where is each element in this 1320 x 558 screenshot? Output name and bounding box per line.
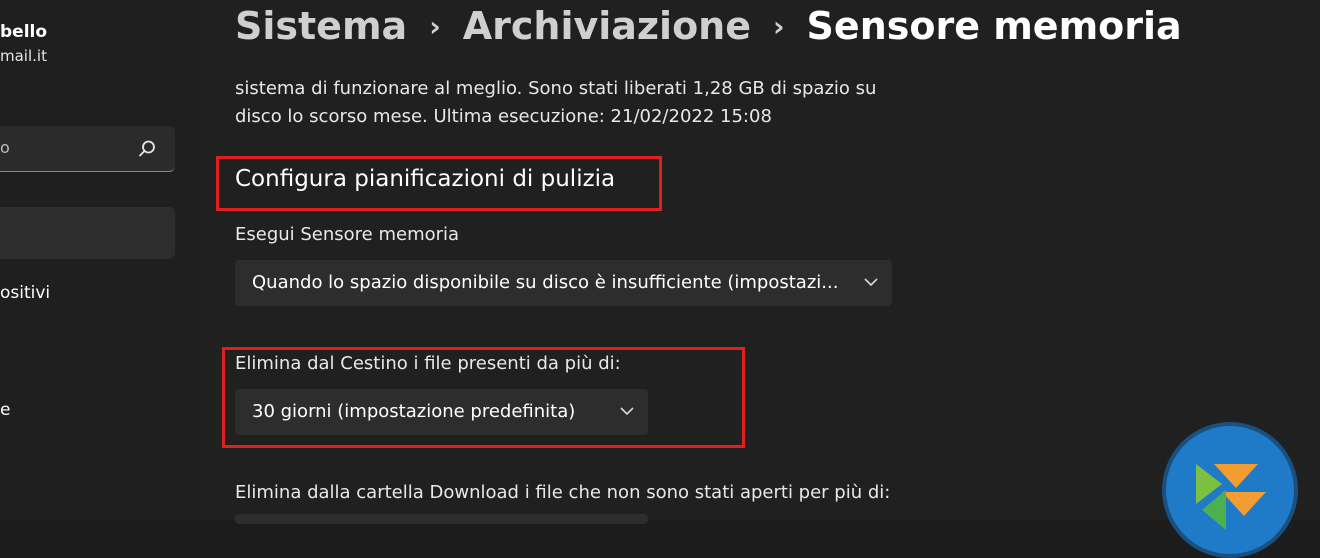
search-placeholder: o xyxy=(0,138,10,157)
recycle-bin-label: Elimina dal Cestino i file presenti da p… xyxy=(235,353,621,374)
recycle-bin-value: 30 giorni (impostazione predefinita) xyxy=(252,401,576,422)
page-title: Sensore memoria xyxy=(806,4,1182,48)
chevron-down-icon xyxy=(620,407,634,416)
storage-sense-description: sistema di funzionare al meglio. Sono st… xyxy=(235,78,877,127)
main-content: Sistema › Archiviazione › Sensore memori… xyxy=(200,0,1320,524)
sidebar-item-devices[interactable]: ositivi xyxy=(0,283,50,303)
sidebar: bello mail.it o ositivi e xyxy=(0,0,200,520)
search-icon[interactable] xyxy=(137,139,157,159)
section-title: Configura pianificazioni di pulizia xyxy=(235,166,616,192)
watermark-logo xyxy=(1162,422,1298,558)
user-name: bello xyxy=(0,22,48,42)
sidebar-item-partial[interactable]: e xyxy=(0,400,10,420)
breadcrumb: Sistema › Archiviazione › Sensore memori… xyxy=(235,4,1182,48)
breadcrumb-separator: › xyxy=(773,9,785,43)
user-email: mail.it xyxy=(0,47,47,65)
search-input[interactable]: o xyxy=(0,126,175,172)
breadcrumb-sistema[interactable]: Sistema xyxy=(235,4,407,48)
logo-mark-icon xyxy=(1196,464,1266,530)
run-storage-sense-value: Quando lo spazio disponibile su disco è … xyxy=(252,272,839,293)
run-storage-sense-dropdown[interactable]: Quando lo spazio disponibile su disco è … xyxy=(235,260,892,306)
chevron-down-icon xyxy=(864,278,878,287)
recycle-bin-dropdown[interactable]: 30 giorni (impostazione predefinita) xyxy=(235,389,648,435)
breadcrumb-separator: › xyxy=(429,9,441,43)
run-storage-sense-label: Esegui Sensore memoria xyxy=(235,224,460,245)
downloads-dropdown[interactable] xyxy=(235,514,648,524)
sidebar-item-selected[interactable] xyxy=(0,207,175,259)
breadcrumb-archiviazione[interactable]: Archiviazione xyxy=(463,4,751,48)
downloads-label: Elimina dalla cartella Download i file c… xyxy=(235,482,891,503)
